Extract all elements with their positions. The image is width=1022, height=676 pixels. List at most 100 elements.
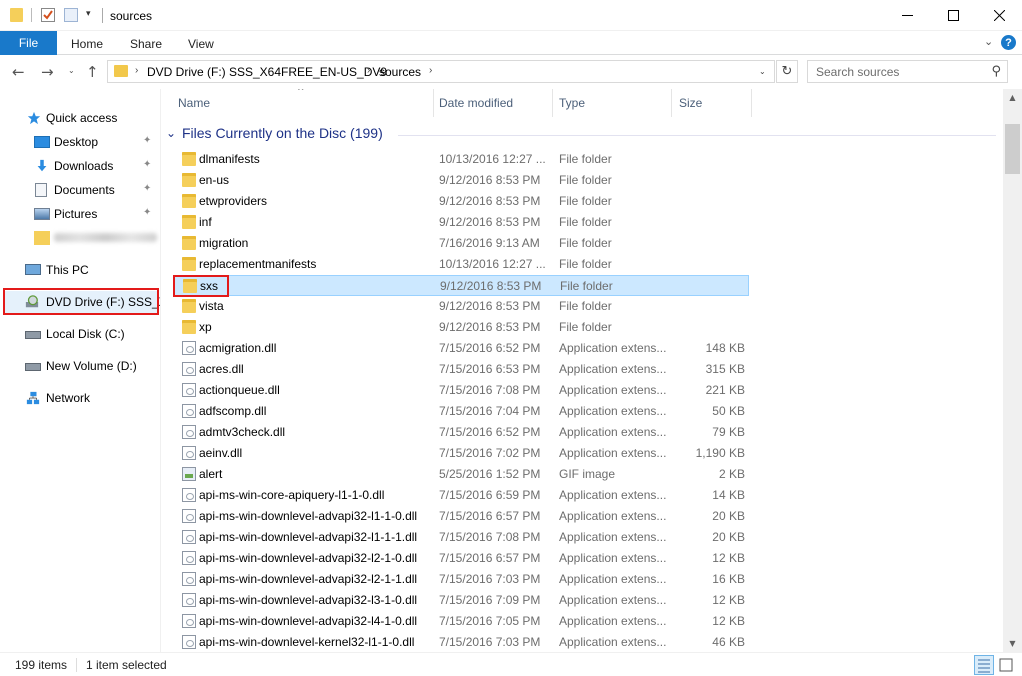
column-divider[interactable] — [433, 89, 434, 117]
search-icon[interactable]: ⚲ — [991, 64, 1001, 79]
table-row[interactable]: alert 5/25/2016 1:52 PM GIF image 2 KB — [173, 464, 749, 485]
tab-view[interactable]: View — [188, 37, 214, 51]
table-row[interactable]: acres.dll 7/15/2016 6:53 PM Application ex… — [173, 359, 749, 380]
refresh-button[interactable]: ↻ — [776, 60, 798, 83]
nav-quick-access[interactable]: Quick access — [0, 107, 160, 129]
image-icon — [182, 467, 196, 481]
table-row[interactable]: en-us 9/12/2016 8:53 PM File folder — [173, 170, 749, 191]
table-row[interactable]: api-ms-win-downlevel-advapi32-l1-1-1.dll… — [173, 527, 749, 548]
scroll-down-icon[interactable]: ▼ — [1003, 635, 1022, 652]
dll-file-icon — [182, 509, 196, 523]
table-row[interactable]: api-ms-win-downlevel-advapi32-l1-1-0.dll… — [173, 506, 749, 527]
breadcrumb-drive[interactable]: DVD Drive (F:) SSS_X64FREE_EN-US_DV9 — [147, 65, 387, 79]
chevron-down-icon[interactable]: ⌄ — [166, 126, 176, 140]
table-row[interactable]: inf 9/12/2016 8:53 PM File folder — [173, 212, 749, 233]
address-bar[interactable]: › DVD Drive (F:) SSS_X64FREE_EN-US_DV9 ›… — [107, 60, 775, 83]
table-row[interactable]: api-ms-win-downlevel-advapi32-l2-1-0.dll… — [173, 548, 749, 569]
new-folder-icon[interactable] — [64, 8, 78, 22]
column-divider[interactable] — [552, 89, 553, 117]
chevron-down-icon[interactable]: ⌄ — [759, 67, 766, 76]
selection-count: 1 item selected — [86, 658, 167, 672]
pin-icon[interactable]: ✦ — [143, 183, 151, 194]
pin-icon[interactable]: ✦ — [143, 207, 151, 218]
table-row[interactable]: api-ms-win-downlevel-kernel32-l1-1-0.dll… — [173, 632, 749, 652]
nav-pictures[interactable]: Pictures ✦ — [0, 203, 160, 225]
table-row[interactable]: migration 7/16/2016 9:13 AM File folder — [173, 233, 749, 254]
breadcrumb-sources[interactable]: sources — [379, 65, 421, 79]
nav-this-pc[interactable]: This PC — [0, 259, 160, 281]
table-row[interactable]: aeinv.dll 7/15/2016 7:02 PM Application ex… — [173, 443, 749, 464]
tab-home[interactable]: Home — [71, 37, 103, 51]
scroll-up-icon[interactable]: ▲ — [1003, 89, 1022, 106]
table-row[interactable]: admtv3check.dll 7/15/2016 6:52 PM Applicat… — [173, 422, 749, 443]
maximize-button[interactable] — [930, 0, 976, 31]
close-button[interactable] — [976, 0, 1022, 31]
table-row[interactable]: vista 9/12/2016 8:53 PM File folder — [173, 296, 749, 317]
file-name: etwproviders — [199, 194, 268, 208]
nav-label: Desktop — [54, 135, 99, 149]
pin-icon[interactable]: ✦ — [143, 135, 151, 146]
recent-locations-icon[interactable]: ⌄ — [68, 66, 75, 75]
nav-local-disk[interactable]: Local Disk (C:) — [0, 323, 160, 345]
file-type: Application extens... — [559, 593, 667, 607]
nav-label: Downloads — [54, 159, 114, 173]
table-row[interactable]: sxs 9/12/2016 8:53 PM File folder — [173, 275, 749, 296]
nav-new-volume[interactable]: New Volume (D:) — [0, 355, 160, 377]
nav-label: This PC — [46, 263, 89, 277]
file-name: aeinv.dll — [199, 446, 243, 460]
table-row[interactable]: api-ms-win-downlevel-advapi32-l3-1-0.dll… — [173, 590, 749, 611]
nav-network[interactable]: Network — [0, 387, 160, 409]
table-row[interactable]: api-ms-win-core-apiquery-l1-1-0.dll 7/15/… — [173, 485, 749, 506]
help-icon[interactable]: ? — [1001, 35, 1016, 50]
file-name: en-us — [199, 173, 230, 187]
pin-icon[interactable]: ✦ — [143, 159, 151, 170]
column-header-type[interactable]: Type — [559, 89, 671, 117]
nav-documents[interactable]: Documents ✦ — [0, 179, 160, 201]
nav-desktop[interactable]: Desktop ✦ — [0, 131, 160, 153]
forward-button[interactable]: → — [41, 63, 54, 81]
group-title: Files Currently on the Disc (199) — [182, 125, 383, 141]
vertical-scrollbar[interactable]: ▲ ▼ — [1003, 89, 1022, 652]
table-row[interactable]: api-ms-win-downlevel-advapi32-l4-1-0.dll… — [173, 611, 749, 632]
column-divider[interactable] — [671, 89, 672, 117]
properties-icon[interactable] — [41, 8, 55, 22]
expand-ribbon-icon[interactable]: ⌄ — [984, 35, 993, 48]
table-row[interactable]: xp 9/12/2016 8:53 PM File folder — [173, 317, 749, 338]
group-header[interactable]: ⌄ Files Currently on the Disc (199) — [166, 125, 998, 145]
column-header-name[interactable]: Name — [178, 89, 434, 117]
table-row[interactable]: api-ms-win-downlevel-advapi32-l2-1-1.dll… — [173, 569, 749, 590]
nav-label: Network — [46, 391, 91, 405]
nav-label: Pictures — [54, 207, 98, 221]
details-view-button[interactable] — [974, 655, 994, 675]
table-row[interactable]: dlmanifests 10/13/2016 12:27 ... File fold… — [173, 149, 749, 170]
back-button[interactable]: ← — [12, 63, 25, 81]
table-row[interactable]: replacementmanifests 10/13/2016 12:27 ...… — [173, 254, 749, 275]
scroll-thumb[interactable] — [1005, 124, 1020, 174]
search-box[interactable]: ⚲ — [807, 60, 1008, 83]
divider — [102, 8, 103, 23]
navigation-bar: ← → ⌄ ↑ › DVD Drive (F:) SSS_X64FREE_EN-… — [0, 55, 1022, 89]
table-row[interactable]: etwproviders 9/12/2016 8:53 PM File folder — [173, 191, 749, 212]
file-name: api-ms-win-downlevel-advapi32-l4-1-0.dll — [199, 614, 418, 628]
dll-file-icon — [182, 572, 196, 586]
file-type: Application extens... — [559, 446, 667, 460]
file-date-modified: 7/15/2016 6:53 PM — [439, 362, 541, 376]
table-row[interactable]: actionqueue.dll 7/15/2016 7:08 PM Applicat… — [173, 380, 749, 401]
file-type: Application extens... — [559, 425, 667, 439]
navigation-pane: Quick access Desktop ✦ Downloads ✦ Docum… — [0, 89, 160, 652]
nav-pinned-folder[interactable] — [0, 227, 160, 249]
nav-downloads[interactable]: Downloads ✦ — [0, 155, 160, 177]
column-header-date-modified[interactable]: Date modified — [439, 89, 553, 117]
column-header-size[interactable]: Size — [679, 89, 751, 117]
table-row[interactable]: adfscomp.dll 7/15/2016 7:04 PM Application… — [173, 401, 749, 422]
search-input[interactable] — [808, 61, 988, 82]
tab-file[interactable]: File — [0, 31, 57, 55]
customize-quick-access-icon[interactable]: ▾ — [86, 9, 91, 19]
up-button[interactable]: ↑ — [86, 63, 99, 81]
minimize-button[interactable] — [884, 0, 930, 31]
large-icons-view-button[interactable] — [996, 655, 1016, 675]
file-name: api-ms-win-downlevel-kernel32-l1-1-0.dll — [199, 635, 415, 649]
table-row[interactable]: acmigration.dll 7/15/2016 6:52 PM Applicat… — [173, 338, 749, 359]
tab-share[interactable]: Share — [130, 37, 162, 51]
column-divider[interactable] — [751, 89, 752, 117]
